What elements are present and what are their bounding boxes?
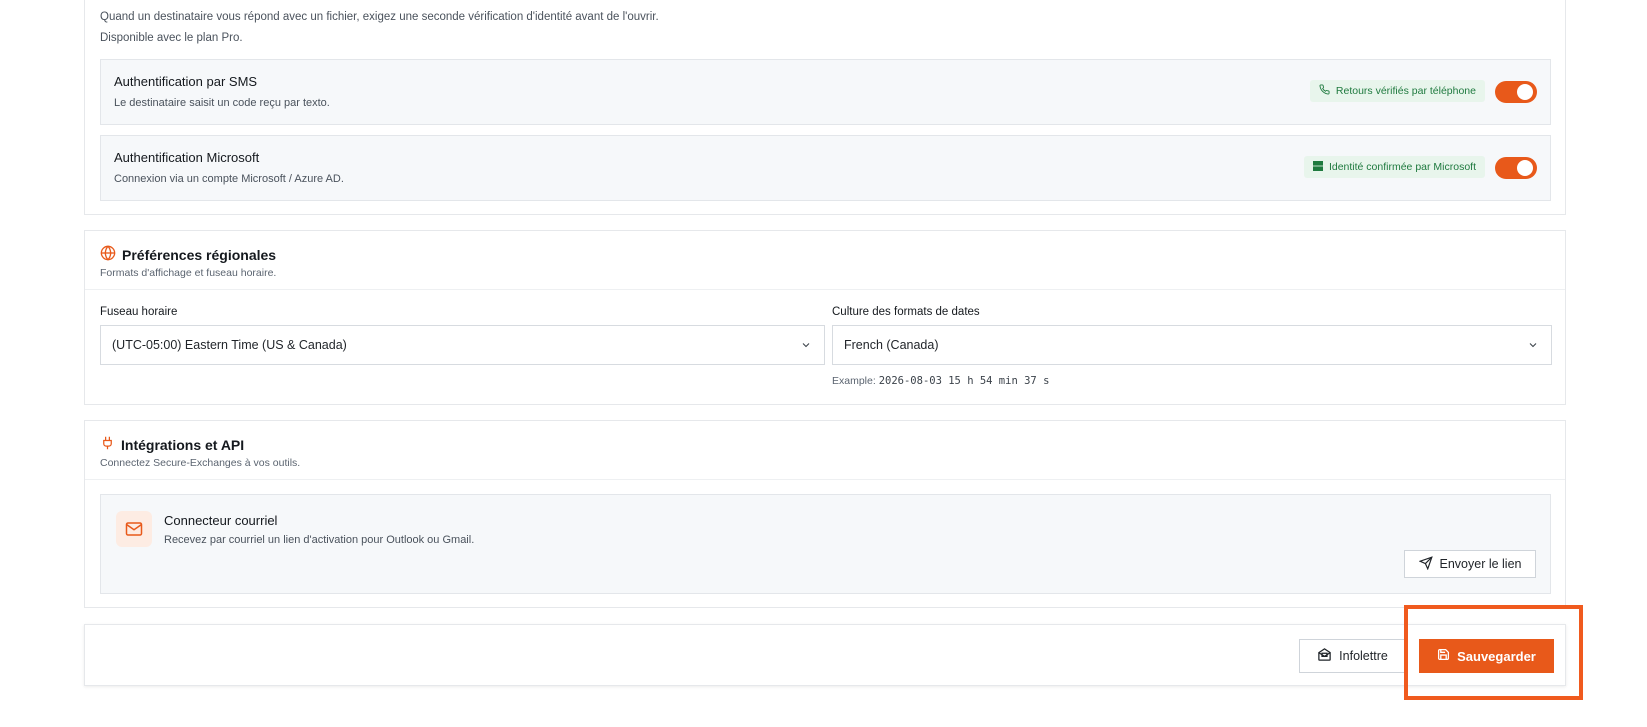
connector-subtitle: Recevez par courriel un lien d'activatio… bbox=[164, 534, 475, 546]
newsletter-icon bbox=[1317, 647, 1332, 665]
globe-icon bbox=[100, 245, 116, 264]
timezone-value: (UTC-05:00) Eastern Time (US & Canada) bbox=[112, 338, 347, 352]
divider bbox=[85, 289, 1565, 290]
integrations-section: Intégrations et API Connectez Secure-Exc… bbox=[84, 420, 1566, 608]
integrations-subtitle: Connectez Secure-Exchanges à vos outils. bbox=[100, 457, 301, 469]
save-icon bbox=[1437, 648, 1450, 664]
sms-auth-row: Authentification par SMS Le destinataire… bbox=[100, 59, 1551, 125]
sms-auth-subtitle: Le destinataire saisit un code reçu par … bbox=[114, 97, 330, 109]
plug-icon bbox=[100, 435, 115, 454]
mail-icon bbox=[116, 511, 152, 547]
newsletter-label: Infolettre bbox=[1339, 649, 1388, 663]
microsoft-status-badge: Identité confirmée par Microsoft bbox=[1303, 156, 1485, 178]
save-button[interactable]: Sauvegarder bbox=[1419, 639, 1554, 673]
email-connector-row: Connecteur courriel Recevez par courriel… bbox=[100, 494, 1551, 594]
regional-subtitle: Formats d'affichage et fuseau horaire. bbox=[100, 267, 277, 279]
integrations-title: Intégrations et API bbox=[121, 436, 245, 453]
microsoft-square-icon bbox=[1312, 160, 1323, 174]
sms-status-badge: Retours vérifiés par téléphone bbox=[1309, 80, 1485, 102]
microsoft-auth-title: Authentification Microsoft bbox=[114, 150, 260, 165]
microsoft-badge-label: Identité confirmée par Microsoft bbox=[1328, 161, 1476, 173]
return-auth-section: Quand un destinataire vous répond avec u… bbox=[84, 0, 1566, 215]
divider bbox=[85, 479, 1565, 480]
sms-badge-label: Retours vérifiés par téléphone bbox=[1335, 85, 1476, 97]
regional-title: Préférences régionales bbox=[122, 246, 277, 263]
footer-actions: Infolettre Sauvegarder bbox=[84, 624, 1566, 686]
toggle-knob bbox=[1517, 84, 1533, 100]
date-culture-label: Culture des formats de dates bbox=[832, 306, 980, 318]
timezone-select[interactable]: (UTC-05:00) Eastern Time (US & Canada) bbox=[100, 325, 825, 365]
connector-title: Connecteur courriel bbox=[164, 513, 278, 528]
newsletter-button[interactable]: Infolettre bbox=[1299, 639, 1406, 673]
date-culture-select[interactable]: French (Canada) bbox=[832, 325, 1552, 365]
chevron-down-icon bbox=[1527, 339, 1539, 354]
send-link-button[interactable]: Envoyer le lien bbox=[1404, 550, 1536, 578]
toggle-knob bbox=[1517, 160, 1533, 176]
regional-preferences-section: Préférences régionales Formats d'afficha… bbox=[84, 230, 1566, 405]
microsoft-auth-subtitle: Connexion via un compte Microsoft / Azur… bbox=[114, 173, 344, 185]
microsoft-auth-row: Authentification Microsoft Connexion via… bbox=[100, 135, 1551, 201]
sms-auth-toggle[interactable] bbox=[1495, 81, 1537, 103]
send-link-label: Envoyer le lien bbox=[1439, 557, 1522, 571]
date-format-example: Example: 2026-08-03 15 h 54 min 37 s bbox=[832, 375, 1049, 387]
sms-auth-title: Authentification par SMS bbox=[114, 74, 258, 89]
phone-icon bbox=[1319, 84, 1330, 98]
send-icon bbox=[1418, 555, 1433, 573]
integrations-header: Intégrations et API bbox=[100, 435, 244, 454]
example-value: 2026-08-03 15 h 54 min 37 s bbox=[878, 375, 1050, 387]
date-culture-value: French (Canada) bbox=[844, 338, 939, 352]
plan-note: Disponible avec le plan Pro. bbox=[100, 32, 243, 44]
regional-header: Préférences régionales bbox=[100, 245, 276, 264]
timezone-label: Fuseau horaire bbox=[100, 306, 178, 318]
microsoft-auth-toggle[interactable] bbox=[1495, 157, 1537, 179]
section-description: Quand un destinataire vous répond avec u… bbox=[100, 11, 659, 23]
save-label: Sauvegarder bbox=[1457, 648, 1536, 664]
example-label: Example: bbox=[832, 375, 876, 387]
chevron-down-icon bbox=[800, 339, 812, 354]
